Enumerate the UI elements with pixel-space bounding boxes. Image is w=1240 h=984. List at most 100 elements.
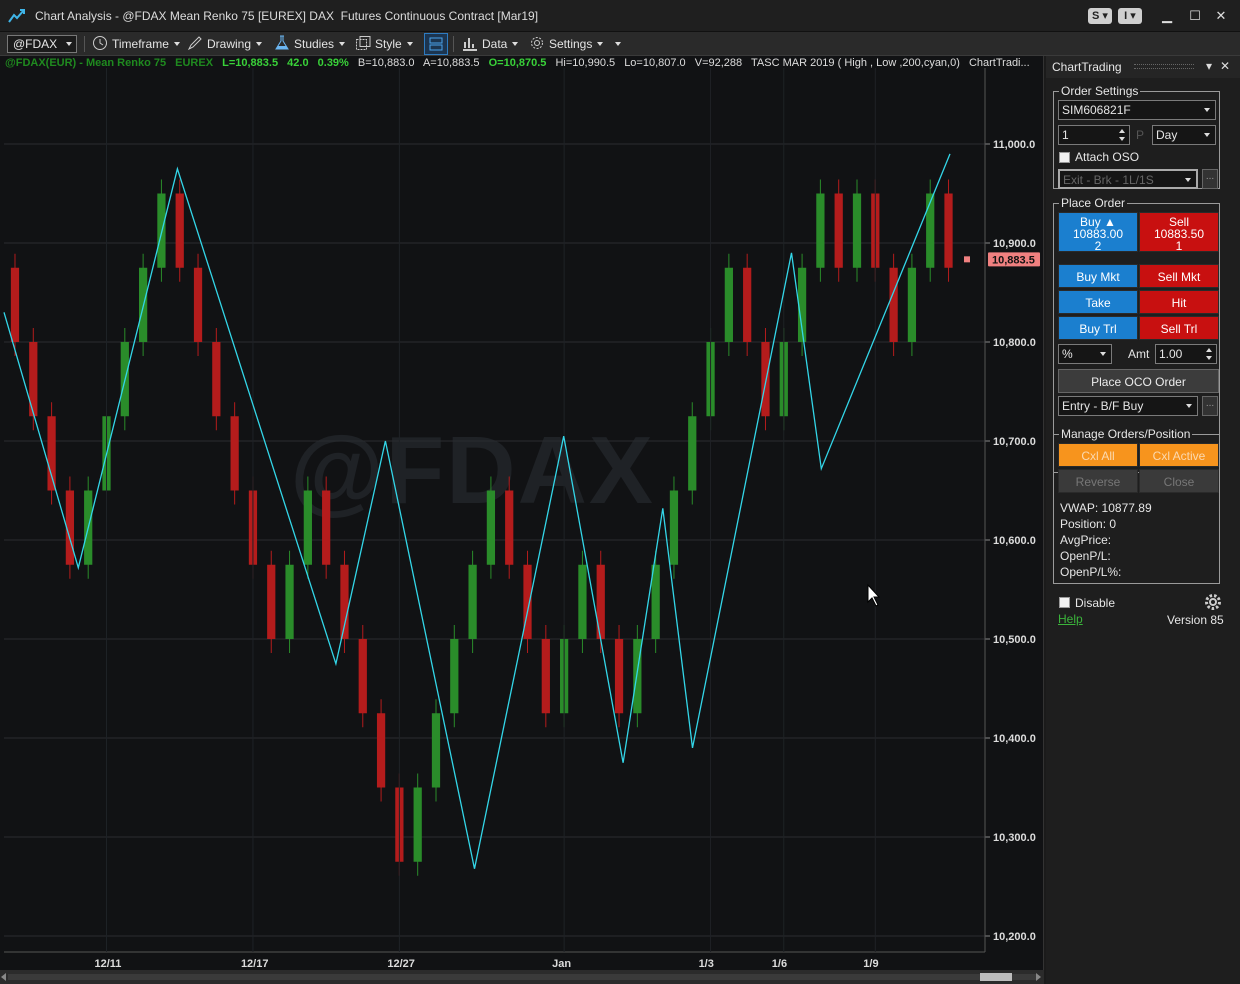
y-tick-label: 10,300.0 [993, 832, 1036, 844]
symbol-dropdown[interactable]: @FDAX [7, 35, 77, 53]
disable-checkbox[interactable] [1059, 597, 1070, 608]
take-button[interactable]: Take [1058, 290, 1138, 314]
brick [358, 639, 367, 714]
chevron-down-icon [66, 42, 72, 46]
i-button[interactable]: I ▾ [1118, 8, 1142, 24]
reverse-button[interactable]: Reverse [1058, 469, 1138, 493]
data-line: @FDAX(EUR) - Mean Renko 75 EUREX L=10,88… [5, 57, 1036, 69]
amount-label: Amt [1128, 347, 1150, 361]
brick [486, 490, 496, 565]
help-link[interactable]: Help [1058, 612, 1083, 626]
attach-oso-checkbox[interactable] [1059, 152, 1070, 163]
style-menu[interactable]: Style [355, 35, 413, 53]
cancel-all-button[interactable]: Cxl All [1058, 443, 1138, 467]
studies-menu[interactable]: Studies [274, 35, 346, 53]
avg-price-label: AvgPrice: [1060, 533, 1112, 547]
entry-strategy-dropdown[interactable]: Entry - B/F Buy [1058, 396, 1198, 416]
scroll-right-arrow-icon[interactable] [1036, 973, 1041, 981]
brick [175, 193, 184, 268]
buy-bid-button[interactable]: Buy ▲ 10883.00 2 [1058, 212, 1138, 252]
brick [816, 193, 825, 268]
disable-label: Disable [1075, 596, 1116, 610]
timeframe-menu[interactable]: Timeframe [92, 35, 180, 53]
toolbar-overflow[interactable] [610, 35, 621, 53]
info-volume: V=92,288 [694, 57, 743, 69]
cancel-active-button[interactable]: Cxl Active [1139, 443, 1219, 467]
info-pct: 0.39% [317, 57, 349, 69]
oso-strategy-dropdown[interactable]: Exit - Brk - 1L/1S [1058, 169, 1198, 189]
quantity-stepper[interactable]: 1 [1058, 125, 1130, 145]
manage-orders-group: Manage Orders/Position Cxl All Cxl Activ… [1053, 427, 1220, 584]
brick [541, 639, 550, 714]
stepper-arrows-icon[interactable] [1206, 346, 1214, 362]
brick [230, 416, 239, 491]
x-tick-label: 1/9 [863, 958, 878, 970]
close-button[interactable]: ✕ [1210, 6, 1232, 26]
panel-menu-chevron-icon[interactable]: ▾ [1202, 59, 1216, 73]
y-tick-label: 10,700.0 [993, 436, 1036, 448]
brick [10, 267, 20, 342]
buy-market-button[interactable]: Buy Mkt [1058, 264, 1138, 288]
minimize-button[interactable]: ▁ [1156, 6, 1178, 26]
info-change: 42.0 [287, 57, 309, 69]
trail-unit-dropdown[interactable]: % [1058, 344, 1112, 364]
drawing-menu[interactable]: Drawing [187, 35, 263, 53]
close-position-button[interactable]: Close [1139, 469, 1219, 493]
settings-menu[interactable]: Settings [529, 35, 604, 53]
style-icon [356, 36, 371, 50]
data-menu[interactable]: Data [462, 35, 519, 53]
oso-ellipsis-button[interactable]: ... [1202, 169, 1218, 189]
stepper-arrows-icon[interactable] [1119, 127, 1127, 143]
brick [212, 342, 221, 417]
maximize-button[interactable]: ☐ [1184, 6, 1206, 26]
place-oco-order-button[interactable]: Place OCO Order [1058, 369, 1219, 393]
brick [303, 490, 312, 565]
y-tick-label: 11,000.0 [993, 139, 1035, 151]
y-tick-label: 10,400.0 [993, 733, 1036, 745]
scroll-track[interactable] [8, 974, 1036, 980]
drag-grip[interactable] [1134, 64, 1194, 69]
brick [761, 342, 770, 417]
position-value: Position: 0 [1060, 517, 1117, 531]
brick [669, 490, 679, 565]
app-logo-icon [8, 9, 25, 23]
brick [413, 787, 422, 862]
title-bar: Chart Analysis - @FDAX Mean Renko 75 [EU… [0, 0, 1240, 32]
zigzag-study-line [3, 153, 951, 869]
sell-market-button[interactable]: Sell Mkt [1139, 264, 1219, 288]
chart-area[interactable]: @FDAX 11,000.0 10,900.0 10,800.0 10,700.0 10… [0, 56, 1044, 984]
scroll-thumb[interactable] [980, 973, 1012, 981]
amount-stepper[interactable]: 1.00 [1155, 344, 1217, 364]
time-in-force-dropdown[interactable]: Day [1152, 125, 1216, 145]
settings-gear-icon[interactable] [1204, 593, 1222, 611]
sell-trailing-button[interactable]: Sell Trl [1139, 316, 1219, 340]
scroll-left-arrow-icon[interactable] [1, 973, 6, 981]
info-bid: B=10,883.0 [357, 57, 415, 69]
sell-ask-button[interactable]: Sell 10883.50 1 [1139, 212, 1219, 252]
account-dropdown[interactable]: SIM606821F [1058, 100, 1216, 120]
chart-toolbar: @FDAX Timeframe Drawing Studies Style Da… [0, 32, 1240, 56]
brick [322, 490, 331, 565]
s-button[interactable]: S ▾ [1088, 8, 1112, 24]
brick [578, 564, 587, 639]
last-price-marker [964, 256, 970, 263]
vwap-value: VWAP: 10877.89 [1060, 501, 1152, 515]
info-chart-trading: ChartTradi... [968, 57, 1030, 69]
brick [193, 267, 203, 342]
buy-trailing-button[interactable]: Buy Trl [1058, 316, 1138, 340]
entry-ellipsis-button[interactable]: ... [1202, 396, 1218, 416]
info-high: Hi=10,990.5 [555, 57, 616, 69]
hit-button[interactable]: Hit [1139, 290, 1219, 314]
chart-trading-icon [429, 37, 443, 51]
brick [505, 490, 514, 565]
window-title: Chart Analysis - @FDAX Mean Renko 75 [EU… [35, 9, 539, 23]
info-exchange: EUREX [175, 57, 214, 69]
price-chart[interactable]: 11,000.0 10,900.0 10,800.0 10,700.0 10,600.0… [0, 56, 1044, 970]
brick [907, 267, 917, 342]
toolbar-separator [453, 36, 454, 52]
horizontal-scrollbar[interactable] [0, 970, 1044, 984]
panel-close-icon[interactable]: ✕ [1218, 59, 1232, 73]
toolbar-separator [84, 36, 85, 52]
brick [47, 416, 56, 491]
chart-trading-toggle[interactable] [424, 33, 448, 55]
